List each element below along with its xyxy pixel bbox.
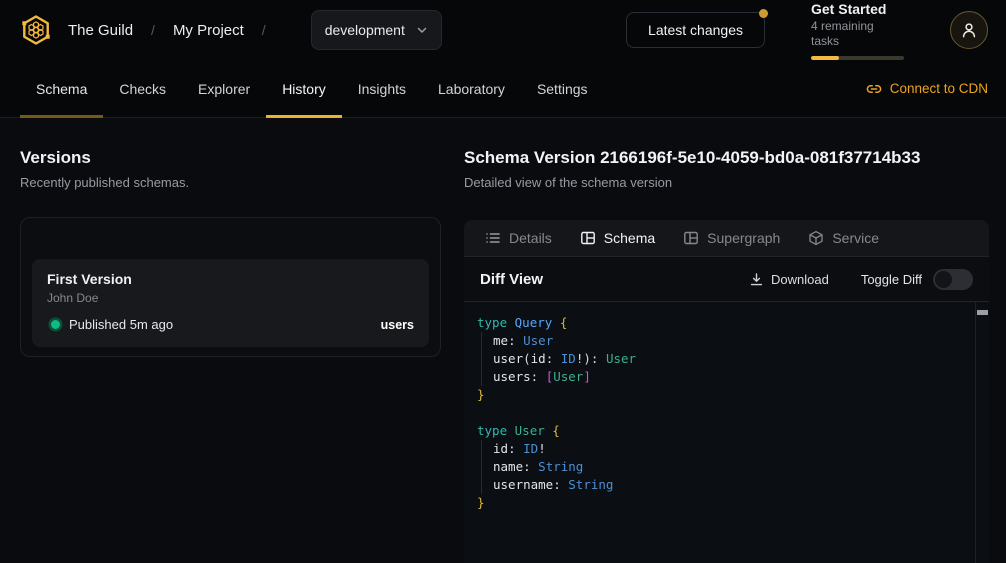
versions-subtitle: Recently published schemas. (20, 175, 441, 191)
versions-panel: Versions Recently published schemas. Fir… (0, 148, 464, 563)
version-name: First Version (47, 271, 414, 288)
main-content: Versions Recently published schemas. Fir… (0, 118, 1006, 563)
published-status-dot (51, 320, 60, 329)
detail-tab-label: Details (509, 230, 552, 246)
versions-title: Versions (20, 148, 441, 168)
panels-icon (580, 230, 596, 246)
person-icon (960, 21, 978, 39)
code-line: id: ID! (477, 440, 961, 458)
tab-underline (342, 115, 422, 118)
detail-tab-service[interactable]: Service (794, 220, 893, 256)
version-list-item[interactable]: First Version John Doe Published 5m ago … (32, 259, 429, 347)
download-icon (749, 272, 764, 287)
target-nav-tabs: Schema Checks Explorer History Insights … (0, 60, 1006, 118)
tab-underline (182, 115, 266, 118)
detail-tab-schema[interactable]: Schema (566, 220, 669, 256)
org-breadcrumb-link[interactable]: The Guild (68, 22, 133, 39)
code-line: users: [User] (477, 368, 961, 386)
breadcrumb-separator: / (262, 22, 266, 38)
tab-schema[interactable]: Schema (20, 60, 103, 117)
tab-label: History (282, 81, 326, 97)
versions-list-card: First Version John Doe Published 5m ago … (20, 217, 441, 357)
get-started-widget[interactable]: Get Started 4 remaining tasks (811, 1, 904, 60)
list-icon (485, 230, 501, 246)
get-started-title: Get Started (811, 1, 904, 18)
version-detail-title: Schema Version 2166196f-5e10-4059-bd0a-0… (464, 148, 989, 168)
latest-changes-label: Latest changes (648, 22, 743, 38)
user-avatar-button[interactable] (950, 11, 988, 49)
tab-label: Explorer (198, 81, 250, 97)
diff-view-header: Diff View Download Toggle Diff (464, 257, 989, 302)
tab-label: Insights (358, 81, 406, 97)
panels-icon (683, 230, 699, 246)
chevron-down-icon (416, 24, 428, 36)
tab-underline (20, 115, 103, 118)
breadcrumb-separator: / (151, 22, 155, 38)
code-scrollbar[interactable] (975, 302, 989, 563)
link-icon (866, 81, 882, 97)
version-detail-panel: Schema Version 2166196f-5e10-4059-bd0a-0… (464, 148, 1006, 563)
version-author: John Doe (47, 291, 414, 306)
switch-knob (935, 271, 952, 288)
code-line: type User { (477, 422, 961, 440)
tab-underline (103, 115, 182, 118)
download-label: Download (771, 272, 829, 287)
latest-changes-button[interactable]: Latest changes (626, 12, 765, 48)
download-button[interactable]: Download (749, 272, 829, 287)
code-line: user(id: ID!): User (477, 350, 961, 368)
detail-tab-supergraph[interactable]: Supergraph (669, 220, 794, 256)
detail-tab-label: Supergraph (707, 230, 780, 246)
code-line (477, 404, 961, 422)
tab-insights[interactable]: Insights (342, 60, 422, 117)
get-started-subtitle: 4 remaining tasks (811, 19, 904, 49)
code-line: } (477, 494, 961, 512)
version-detail-subtitle: Detailed view of the schema version (464, 175, 989, 191)
toggle-diff-label: Toggle Diff (861, 272, 922, 287)
project-breadcrumb-link[interactable]: My Project (173, 22, 244, 39)
target-select-value: development (325, 22, 405, 38)
schema-code-lines: type Query {me: Useruser(id: ID!): Useru… (477, 314, 961, 512)
tab-label: Settings (537, 81, 588, 97)
service-name-badge: users (381, 318, 414, 332)
tab-underline (521, 115, 604, 118)
published-status-text: Published 5m ago (69, 317, 173, 332)
tab-history[interactable]: History (266, 60, 342, 117)
version-detail-card: Details Schema (464, 220, 989, 563)
tab-explorer[interactable]: Explorer (182, 60, 266, 117)
app-header: The Guild / My Project / development Lat… (0, 0, 1006, 60)
detail-tab-details[interactable]: Details (471, 220, 566, 256)
hive-logo-icon[interactable] (20, 14, 52, 46)
tab-underline (422, 115, 521, 118)
diff-view-title: Diff View (480, 271, 543, 288)
code-line: username: String (477, 476, 961, 494)
tab-checks[interactable]: Checks (103, 60, 182, 117)
tab-label: Checks (119, 81, 166, 97)
tab-label: Schema (36, 81, 87, 97)
connect-to-cdn-link[interactable]: Connect to CDN (866, 81, 988, 97)
connect-to-cdn-label: Connect to CDN (890, 81, 988, 96)
detail-tab-label: Schema (604, 230, 655, 246)
detail-tab-label: Service (832, 230, 879, 246)
get-started-progressbar (811, 56, 904, 60)
code-scrollbar-thumb[interactable] (977, 310, 988, 315)
get-started-progress-fill (811, 56, 839, 60)
tab-settings[interactable]: Settings (521, 60, 604, 117)
diff-view-controls: Download Toggle Diff (749, 269, 973, 290)
code-line: name: String (477, 458, 961, 476)
detail-tabstrip: Details Schema (464, 220, 989, 257)
toggle-diff-switch[interactable] (933, 269, 973, 290)
tab-underline (266, 115, 342, 118)
target-select[interactable]: development (311, 10, 442, 50)
tab-laboratory[interactable]: Laboratory (422, 60, 521, 117)
cube-icon (808, 230, 824, 246)
code-line: } (477, 386, 961, 404)
code-line: type Query { (477, 314, 961, 332)
schema-code-viewer: type Query {me: Useruser(id: ID!): Useru… (464, 302, 989, 563)
code-line: me: User (477, 332, 961, 350)
tab-label: Laboratory (438, 81, 505, 97)
version-meta-row: Published 5m ago users (47, 317, 414, 332)
notification-dot (759, 9, 768, 18)
